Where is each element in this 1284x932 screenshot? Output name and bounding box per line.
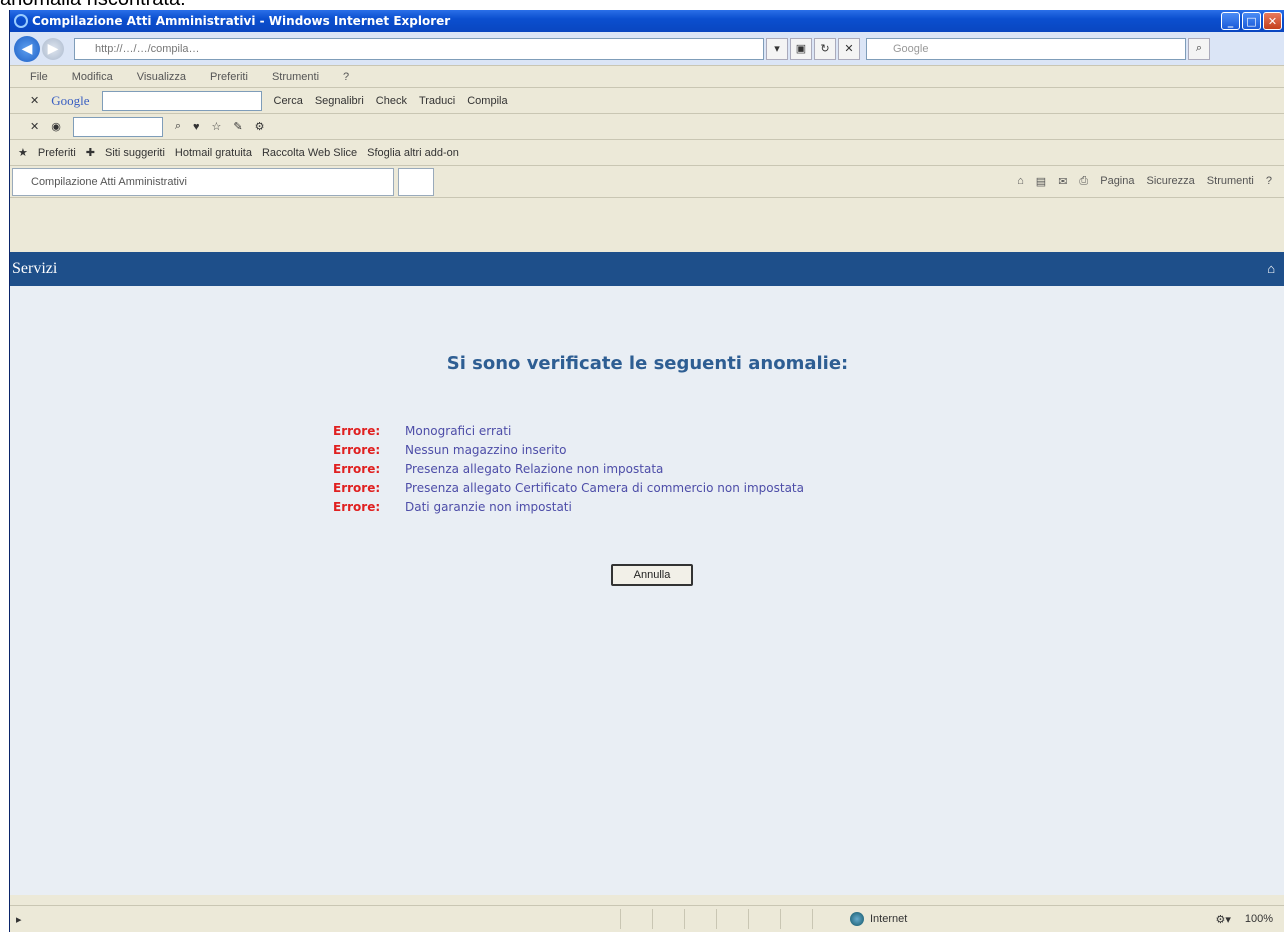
status-cell [812,909,844,929]
zone-label: Internet [870,913,908,925]
address-input[interactable]: http://…/…/compila… [74,37,764,60]
window-title: Compilazione Atti Amministrativi - Windo… [32,14,451,28]
google-toolbar: ✕ Google Cerca Segnalibri Check Traduci … [10,88,1284,114]
favorites-button[interactable]: Preferiti [38,147,76,159]
feeds-icon[interactable]: ▤ [1036,175,1046,188]
heart-icon[interactable]: ♥ [193,121,200,133]
home-icon[interactable]: ⌂ [1267,261,1275,277]
refresh-button[interactable]: ↻ [814,37,836,60]
bookmarks-button[interactable]: Segnalibri [315,95,364,107]
compatibility-icon[interactable]: ▣ [790,37,812,60]
error-item: Errore: Monografici errati [333,424,804,443]
title-bar: Compilazione Atti Amministrativi - Windo… [10,10,1284,32]
close-button[interactable]: ✕ [1263,12,1282,30]
error-message: Dati garanzie non impostati [405,500,572,514]
stop-button[interactable]: ✕ [838,37,860,60]
status-cell [780,909,812,929]
toolbar-search-icon[interactable]: ⌕ [175,120,181,133]
error-label: Errore: [333,443,381,457]
close-toolbar-icon[interactable]: ✕ [30,94,39,107]
google-logo: Google [51,92,90,108]
secondary-toolbar: ✕ ◉ ⌕ ♥ ☆ ✎ ⚙ [10,114,1284,140]
error-label: Errore: [333,462,381,476]
tab-active[interactable]: Compilazione Atti Amministrativi [12,167,394,196]
address-row: ◀ ▶ http://…/…/compila… ▾ ▣ ↻ ✕ Google ⌕ [10,32,1284,66]
home-icon[interactable]: ⌂ [1017,175,1024,188]
browser-window: Compilazione Atti Amministrativi - Windo… [9,10,1284,932]
command-bar: ⌂ ▤ ✉ ⎙ Pagina Sicurezza Strumenti ? [1017,175,1284,188]
print-icon[interactable]: ⎙ [1079,175,1088,188]
menu-file[interactable]: File [30,71,48,83]
maximize-button[interactable]: □ [1242,12,1261,30]
address-dropdown-button[interactable]: ▾ [766,37,788,60]
menu-view[interactable]: Visualizza [137,71,186,83]
search-button[interactable]: ⌕ [1188,37,1210,60]
error-message: Nessun magazzino inserito [405,443,567,457]
google-search-button[interactable]: Cerca [274,95,303,107]
mail-icon[interactable]: ✉ [1058,175,1067,188]
error-item: Errore: Dati garanzie non impostati [333,500,804,519]
tab-row: Compilazione Atti Amministrativi ⌂ ▤ ✉ ⎙… [10,166,1284,198]
menu-edit[interactable]: Modifica [72,71,113,83]
ie-logo-icon [14,14,28,28]
favorite-link-hotmail[interactable]: Hotmail gratuita [175,147,252,159]
error-label: Errore: [333,424,381,438]
star-icon[interactable]: ☆ [212,120,222,133]
services-bar: Servizi ⌂ [10,252,1284,286]
toolbar-search-input[interactable] [72,116,163,137]
services-title: Servizi [12,260,58,277]
edit-icon[interactable]: ✎ [233,120,242,133]
settings-icon[interactable]: ⚙ [255,120,265,133]
cancel-button[interactable]: Annulla [611,564,693,586]
new-tab-button[interactable] [398,167,434,196]
menu-tools[interactable]: Strumenti [272,71,319,83]
zoom-control[interactable]: ⚙▾ 100% [1215,913,1284,926]
menu-favorites[interactable]: Preferiti [210,71,248,83]
favorites-bar: ★ Preferiti ✚ Siti suggeriti Hotmail gra… [10,140,1284,166]
status-cell [684,909,716,929]
search-input[interactable]: Google [866,37,1186,60]
error-message: Monografici errati [405,424,512,438]
status-text: ▸ [16,913,22,926]
menu-bar: File Modifica Visualizza Preferiti Strum… [10,66,1284,88]
google-search-input[interactable] [101,90,262,111]
page-menu[interactable]: Pagina [1100,175,1134,188]
status-cell [620,909,652,929]
autofill-button[interactable]: Compila [467,95,507,107]
error-label: Errore: [333,481,381,495]
minimize-button[interactable]: _ [1221,12,1240,30]
security-zone[interactable]: Internet [850,912,1050,926]
error-item: Errore: Presenza allegato Certificato Cam… [333,481,804,500]
error-label: Errore: [333,500,381,514]
tools-menu[interactable]: Strumenti [1207,175,1254,188]
check-button[interactable]: Check [376,95,407,107]
status-cell [652,909,684,929]
globe-icon [850,912,864,926]
protected-mode-icon[interactable]: ⚙▾ [1215,913,1230,926]
safety-menu[interactable]: Sicurezza [1147,175,1195,188]
toolbar-globe-icon[interactable]: ◉ [51,120,61,133]
zoom-level[interactable]: 100% [1245,913,1273,926]
page-content: Si sono verificate le seguenti anomalie:… [10,286,1284,895]
error-item: Errore: Nessun magazzino inserito [333,443,804,462]
favorite-link-suggested[interactable]: Siti suggeriti [105,147,165,159]
menu-help[interactable]: ? [343,71,349,83]
error-message: Presenza allegato Relazione non impostat… [405,462,664,476]
help-icon[interactable]: ? [1266,175,1272,188]
error-message: Presenza allegato Certificato Camera di … [405,481,804,495]
back-button[interactable]: ◀ [14,35,40,62]
add-favorite-icon[interactable]: ✚ [86,146,95,159]
error-list: Errore: Monografici errati Errore: Nessun … [333,424,804,519]
favorite-link-addons[interactable]: Sfoglia altri add-on [367,147,459,159]
status-bar: ▸ Internet ⚙▾ 100% [10,905,1284,932]
error-heading: Si sono verificate le seguenti anomalie: [446,353,849,374]
status-cell [748,909,780,929]
favorites-star-icon: ★ [18,147,28,159]
close-toolbar-icon[interactable]: ✕ [30,120,39,133]
translate-button[interactable]: Traduci [419,95,455,107]
status-cell [716,909,748,929]
favorite-link-webslice[interactable]: Raccolta Web Slice [262,147,357,159]
error-item: Errore: Presenza allegato Relazione non i… [333,462,804,481]
forward-button[interactable]: ▶ [42,37,64,60]
